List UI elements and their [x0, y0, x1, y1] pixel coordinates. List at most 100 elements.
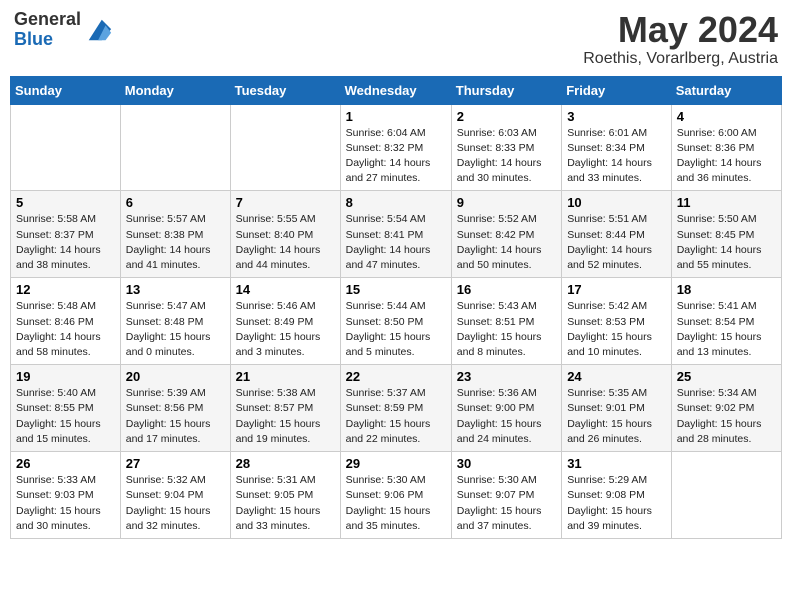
day-number: 6 [126, 195, 225, 210]
week-row-3: 12 Sunrise: 5:48 AM Sunset: 8:46 PM Dayli… [11, 278, 782, 365]
day-info: Sunrise: 5:54 AM Sunset: 8:41 PM Dayligh… [346, 212, 446, 273]
calendar-cell: 16 Sunrise: 5:43 AM Sunset: 8:51 PM Dayli… [451, 278, 561, 365]
day-number: 19 [16, 369, 115, 384]
header-day-sunday: Sunday [11, 76, 121, 104]
header-day-monday: Monday [120, 76, 230, 104]
day-number: 18 [677, 282, 776, 297]
day-info: Sunrise: 5:38 AM Sunset: 8:57 PM Dayligh… [236, 386, 335, 447]
week-row-2: 5Sunrise: 5:58 AM Sunset: 8:37 PM Daylig… [11, 191, 782, 278]
day-number: 17 [567, 282, 666, 297]
header-day-wednesday: Wednesday [340, 76, 451, 104]
day-info: Sunrise: 5:50 AM Sunset: 8:45 PM Dayligh… [677, 212, 776, 273]
calendar-cell: 23 Sunrise: 5:36 AM Sunset: 9:00 PM Dayli… [451, 365, 561, 452]
day-info: Sunrise: 5:44 AM Sunset: 8:50 PM Dayligh… [346, 299, 446, 360]
day-info: Sunrise: 6:00 AM Sunset: 8:36 PM Dayligh… [677, 126, 776, 187]
day-number: 27 [126, 456, 225, 471]
header-day-thursday: Thursday [451, 76, 561, 104]
day-number: 28 [236, 456, 335, 471]
day-number: 21 [236, 369, 335, 384]
week-row-5: 26Sunrise: 5:33 AM Sunset: 9:03 PM Dayli… [11, 452, 782, 539]
calendar-cell: 3 Sunrise: 6:01 AM Sunset: 8:34 PM Daylig… [562, 104, 672, 191]
calendar-cell: 29Sunrise: 5:30 AM Sunset: 9:06 PM Dayli… [340, 452, 451, 539]
calendar-cell [120, 104, 230, 191]
day-number: 1 [346, 109, 446, 124]
day-number: 23 [457, 369, 556, 384]
calendar-cell: 10Sunrise: 5:51 AM Sunset: 8:44 PM Dayli… [562, 191, 672, 278]
calendar-title: May 2024 [583, 10, 778, 50]
day-info: Sunrise: 5:41 AM Sunset: 8:54 PM Dayligh… [677, 299, 776, 360]
calendar-cell: 30Sunrise: 5:30 AM Sunset: 9:07 PM Dayli… [451, 452, 561, 539]
day-info: Sunrise: 6:04 AM Sunset: 8:32 PM Dayligh… [346, 126, 446, 187]
day-number: 13 [126, 282, 225, 297]
calendar-cell [230, 104, 340, 191]
header-day-saturday: Saturday [671, 76, 781, 104]
calendar-cell: 26Sunrise: 5:33 AM Sunset: 9:03 PM Dayli… [11, 452, 121, 539]
day-number: 2 [457, 109, 556, 124]
calendar-cell: 7 Sunrise: 5:55 AM Sunset: 8:40 PM Daylig… [230, 191, 340, 278]
day-number: 8 [346, 195, 446, 210]
calendar-table: SundayMondayTuesdayWednesdayThursdayFrid… [10, 76, 782, 539]
day-number: 10 [567, 195, 666, 210]
day-info: Sunrise: 5:34 AM Sunset: 9:02 PM Dayligh… [677, 386, 776, 447]
day-info: Sunrise: 5:35 AM Sunset: 9:01 PM Dayligh… [567, 386, 666, 447]
day-info: Sunrise: 5:37 AM Sunset: 8:59 PM Dayligh… [346, 386, 446, 447]
day-number: 22 [346, 369, 446, 384]
calendar-cell: 28Sunrise: 5:31 AM Sunset: 9:05 PM Dayli… [230, 452, 340, 539]
calendar-cell: 4 Sunrise: 6:00 AM Sunset: 8:36 PM Daylig… [671, 104, 781, 191]
day-number: 16 [457, 282, 556, 297]
day-info: Sunrise: 5:55 AM Sunset: 8:40 PM Dayligh… [236, 212, 335, 273]
calendar-cell: 20 Sunrise: 5:39 AM Sunset: 8:56 PM Dayli… [120, 365, 230, 452]
calendar-cell: 25 Sunrise: 5:34 AM Sunset: 9:02 PM Dayli… [671, 365, 781, 452]
calendar-cell: 14Sunrise: 5:46 AM Sunset: 8:49 PM Dayli… [230, 278, 340, 365]
calendar-cell [671, 452, 781, 539]
logo: General Blue [14, 10, 113, 50]
day-number: 25 [677, 369, 776, 384]
calendar-cell: 12 Sunrise: 5:48 AM Sunset: 8:46 PM Dayli… [11, 278, 121, 365]
day-info: Sunrise: 6:03 AM Sunset: 8:33 PM Dayligh… [457, 126, 556, 187]
logo-blue: Blue [14, 30, 81, 50]
day-info: Sunrise: 5:36 AM Sunset: 9:00 PM Dayligh… [457, 386, 556, 447]
calendar-cell: 8 Sunrise: 5:54 AM Sunset: 8:41 PM Daylig… [340, 191, 451, 278]
title-block: May 2024 Roethis, Vorarlberg, Austria [583, 10, 778, 68]
week-row-4: 19 Sunrise: 5:40 AM Sunset: 8:55 PM Dayli… [11, 365, 782, 452]
day-info: Sunrise: 5:40 AM Sunset: 8:55 PM Dayligh… [16, 386, 115, 447]
header-day-tuesday: Tuesday [230, 76, 340, 104]
day-info: Sunrise: 5:43 AM Sunset: 8:51 PM Dayligh… [457, 299, 556, 360]
calendar-cell: 13Sunrise: 5:47 AM Sunset: 8:48 PM Dayli… [120, 278, 230, 365]
day-number: 7 [236, 195, 335, 210]
day-info: Sunrise: 5:48 AM Sunset: 8:46 PM Dayligh… [16, 299, 115, 360]
calendar-cell: 15Sunrise: 5:44 AM Sunset: 8:50 PM Dayli… [340, 278, 451, 365]
calendar-cell: 9Sunrise: 5:52 AM Sunset: 8:42 PM Daylig… [451, 191, 561, 278]
calendar-cell: 21 Sunrise: 5:38 AM Sunset: 8:57 PM Dayli… [230, 365, 340, 452]
day-info: Sunrise: 6:01 AM Sunset: 8:34 PM Dayligh… [567, 126, 666, 187]
logo-icon [85, 16, 113, 44]
logo-general: General [14, 10, 81, 30]
day-number: 3 [567, 109, 666, 124]
day-info: Sunrise: 5:32 AM Sunset: 9:04 PM Dayligh… [126, 473, 225, 534]
calendar-subtitle: Roethis, Vorarlberg, Austria [583, 50, 778, 68]
calendar-cell: 22 Sunrise: 5:37 AM Sunset: 8:59 PM Dayli… [340, 365, 451, 452]
day-info: Sunrise: 5:57 AM Sunset: 8:38 PM Dayligh… [126, 212, 225, 273]
calendar-cell: 5Sunrise: 5:58 AM Sunset: 8:37 PM Daylig… [11, 191, 121, 278]
calendar-cell: 2 Sunrise: 6:03 AM Sunset: 8:33 PM Daylig… [451, 104, 561, 191]
calendar-cell: 24 Sunrise: 5:35 AM Sunset: 9:01 PM Dayli… [562, 365, 672, 452]
calendar-cell: 18 Sunrise: 5:41 AM Sunset: 8:54 PM Dayli… [671, 278, 781, 365]
day-number: 31 [567, 456, 666, 471]
day-number: 4 [677, 109, 776, 124]
day-info: Sunrise: 5:30 AM Sunset: 9:06 PM Dayligh… [346, 473, 446, 534]
day-number: 20 [126, 369, 225, 384]
day-info: Sunrise: 5:52 AM Sunset: 8:42 PM Dayligh… [457, 212, 556, 273]
page-header: General Blue May 2024 Roethis, Vorarlber… [10, 10, 782, 68]
day-number: 24 [567, 369, 666, 384]
day-info: Sunrise: 5:42 AM Sunset: 8:53 PM Dayligh… [567, 299, 666, 360]
day-info: Sunrise: 5:39 AM Sunset: 8:56 PM Dayligh… [126, 386, 225, 447]
calendar-cell: 11Sunrise: 5:50 AM Sunset: 8:45 PM Dayli… [671, 191, 781, 278]
day-info: Sunrise: 5:33 AM Sunset: 9:03 PM Dayligh… [16, 473, 115, 534]
calendar-cell: 6 Sunrise: 5:57 AM Sunset: 8:38 PM Daylig… [120, 191, 230, 278]
calendar-cell: 27 Sunrise: 5:32 AM Sunset: 9:04 PM Dayli… [120, 452, 230, 539]
calendar-body: 1 Sunrise: 6:04 AM Sunset: 8:32 PM Daylig… [11, 104, 782, 538]
day-info: Sunrise: 5:30 AM Sunset: 9:07 PM Dayligh… [457, 473, 556, 534]
day-info: Sunrise: 5:29 AM Sunset: 9:08 PM Dayligh… [567, 473, 666, 534]
calendar-cell: 17 Sunrise: 5:42 AM Sunset: 8:53 PM Dayli… [562, 278, 672, 365]
day-number: 12 [16, 282, 115, 297]
